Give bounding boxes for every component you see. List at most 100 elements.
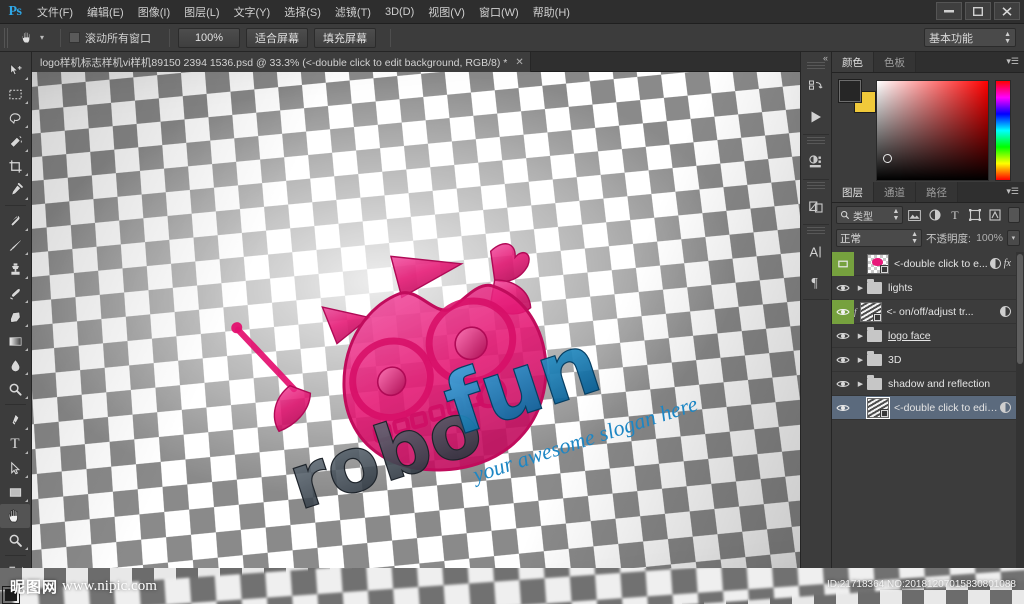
close-button[interactable] bbox=[994, 2, 1020, 20]
layer-group-expand-icon[interactable]: ▶ bbox=[854, 380, 867, 388]
type-filter-icon[interactable]: T bbox=[946, 206, 964, 224]
layer-fx-icon[interactable]: fx bbox=[1004, 258, 1011, 269]
dodge-tool[interactable] bbox=[0, 377, 30, 401]
marquee-tool[interactable] bbox=[0, 82, 30, 106]
layer-group-expand-icon[interactable]: ▶ bbox=[854, 284, 867, 292]
path-selection-tool[interactable] bbox=[0, 456, 30, 480]
menu-help[interactable]: 帮助(H) bbox=[526, 1, 577, 23]
layer-visibility-toggle[interactable] bbox=[832, 252, 854, 276]
table-row[interactable]: f <- on/off/adjust tr... ▾ bbox=[832, 299, 1024, 324]
menu-image[interactable]: 图像(I) bbox=[131, 1, 177, 23]
fill-screen-button[interactable]: 填充屏幕 bbox=[314, 27, 377, 48]
layers-panel-menu-icon[interactable]: ▾☰ bbox=[1006, 187, 1019, 196]
clone-stamp-tool[interactable] bbox=[0, 257, 30, 281]
layer-name[interactable]: <-double click to edit ... bbox=[894, 402, 1000, 414]
table-row[interactable]: ▶ 3D bbox=[832, 348, 1024, 372]
pen-tool[interactable] bbox=[0, 408, 30, 432]
layer-visibility-toggle[interactable] bbox=[832, 276, 854, 300]
layer-name[interactable]: logo face bbox=[888, 330, 1024, 342]
gradient-tool[interactable] bbox=[0, 329, 30, 353]
canvas-area[interactable]: robo fun your awesome slogan here bbox=[32, 72, 800, 568]
tab-swatches[interactable]: 色板 bbox=[874, 52, 916, 72]
layer-mask-icon[interactable] bbox=[1000, 306, 1011, 317]
workspace-selector[interactable]: 基本功能 ▲ ▼ bbox=[924, 28, 1016, 47]
tab-channels[interactable]: 通道 bbox=[874, 182, 916, 202]
opacity-value[interactable]: 100% bbox=[975, 232, 1003, 244]
layer-list-scrollbar[interactable] bbox=[1016, 252, 1024, 568]
crop-tool[interactable] bbox=[0, 154, 30, 178]
healing-brush-tool[interactable] bbox=[0, 209, 30, 233]
table-row[interactable]: <-double click to edit ... ▾ bbox=[832, 396, 1024, 420]
layer-name[interactable]: <- on/off/adjust tr... bbox=[887, 306, 1000, 318]
menu-type[interactable]: 文字(Y) bbox=[227, 1, 278, 23]
layer-list[interactable]: <-double click to e... fx ▾ ▶ li bbox=[832, 252, 1024, 568]
menu-layer[interactable]: 图层(L) bbox=[177, 1, 226, 23]
table-row[interactable]: ▶ shadow and reflection bbox=[832, 372, 1024, 396]
smart-object-filter-icon[interactable] bbox=[986, 206, 1004, 224]
history-panel-icon[interactable] bbox=[801, 72, 831, 102]
maximize-button[interactable] bbox=[965, 2, 991, 20]
tab-paths[interactable]: 路径 bbox=[916, 182, 958, 202]
adjustment-filter-icon[interactable] bbox=[926, 206, 944, 224]
hand-tool[interactable] bbox=[0, 504, 30, 528]
eraser-tool[interactable] bbox=[0, 305, 30, 329]
shape-filter-icon[interactable] bbox=[966, 206, 984, 224]
opacity-stepper[interactable]: ▾ bbox=[1006, 230, 1020, 246]
layer-visibility-toggle[interactable] bbox=[832, 299, 854, 324]
brush-tool[interactable] bbox=[0, 233, 30, 257]
options-bar-grip[interactable] bbox=[4, 27, 10, 48]
dock-grip-3[interactable] bbox=[807, 182, 825, 191]
scroll-all-windows-checkbox[interactable] bbox=[69, 32, 81, 43]
tab-layers[interactable]: 图层 bbox=[832, 182, 874, 202]
layer-group-expand-icon[interactable]: ▶ bbox=[854, 356, 867, 364]
rectangle-tool[interactable] bbox=[0, 480, 30, 504]
blur-tool[interactable] bbox=[0, 353, 30, 377]
menu-3d[interactable]: 3D(D) bbox=[378, 3, 421, 21]
table-row[interactable]: ▶ logo face bbox=[832, 324, 1024, 348]
dock-grip-1[interactable] bbox=[807, 62, 825, 71]
layer-filter-toggle[interactable] bbox=[1008, 207, 1020, 223]
hand-tool-icon[interactable] bbox=[14, 27, 40, 49]
table-row[interactable]: ▶ lights bbox=[832, 276, 1024, 300]
eyedropper-tool[interactable] bbox=[0, 178, 30, 202]
layer-thumbnail[interactable] bbox=[867, 397, 889, 418]
color-panel-menu-icon[interactable]: ▾☰ bbox=[1006, 57, 1019, 66]
dock-grip-4[interactable] bbox=[807, 227, 825, 236]
layer-mask-icon[interactable] bbox=[1000, 402, 1011, 413]
layer-thumbnail[interactable] bbox=[867, 253, 889, 274]
adjustments-panel-icon[interactable] bbox=[801, 147, 831, 177]
layer-visibility-toggle[interactable] bbox=[832, 372, 854, 396]
document-close-icon[interactable]: ✕ bbox=[515, 57, 523, 68]
hue-strip[interactable] bbox=[995, 80, 1011, 181]
zoom-tool[interactable] bbox=[0, 528, 30, 552]
layer-name[interactable]: 3D bbox=[888, 354, 1024, 366]
table-row[interactable]: <-double click to e... fx ▾ bbox=[832, 252, 1024, 276]
color-foreground-swatch[interactable] bbox=[838, 79, 862, 103]
type-tool[interactable]: T bbox=[0, 432, 30, 456]
layer-list-scrollbar-thumb[interactable] bbox=[1017, 254, 1023, 364]
menu-edit[interactable]: 编辑(E) bbox=[80, 1, 131, 23]
lasso-tool[interactable] bbox=[0, 106, 30, 130]
menu-view[interactable]: 视图(V) bbox=[421, 1, 472, 23]
paragraph-panel-icon[interactable]: ¶ bbox=[801, 267, 831, 297]
color-panel-swatches[interactable] bbox=[838, 79, 876, 115]
character-panel-icon[interactable]: A bbox=[801, 237, 831, 267]
minimize-button[interactable] bbox=[936, 2, 962, 20]
layer-name[interactable]: <-double click to e... bbox=[894, 258, 990, 270]
layer-name[interactable]: lights bbox=[888, 282, 1024, 294]
color-ramp-field[interactable] bbox=[876, 80, 989, 181]
layer-visibility-toggle[interactable] bbox=[832, 324, 854, 348]
blend-mode-select[interactable]: 正常 ▲ ▼ bbox=[836, 229, 922, 247]
tab-color[interactable]: 颜色 bbox=[832, 52, 874, 72]
dock-grip-2[interactable] bbox=[807, 137, 825, 146]
pixel-filter-icon[interactable] bbox=[905, 206, 923, 224]
fit-screen-button[interactable]: 适合屏幕 bbox=[246, 27, 309, 48]
layer-thumbnail[interactable] bbox=[859, 301, 882, 322]
tool-preset-caret-icon[interactable]: ▾ bbox=[40, 33, 44, 42]
document-tab[interactable]: logo样机标志样机vi样机89150 2394 1536.psd @ 33.3… bbox=[32, 52, 531, 72]
menu-file[interactable]: 文件(F) bbox=[30, 1, 80, 23]
layer-visibility-toggle[interactable] bbox=[832, 348, 854, 372]
menu-filter[interactable]: 滤镜(T) bbox=[328, 1, 378, 23]
quick-selection-tool[interactable] bbox=[0, 130, 30, 154]
menu-window[interactable]: 窗口(W) bbox=[472, 1, 526, 23]
